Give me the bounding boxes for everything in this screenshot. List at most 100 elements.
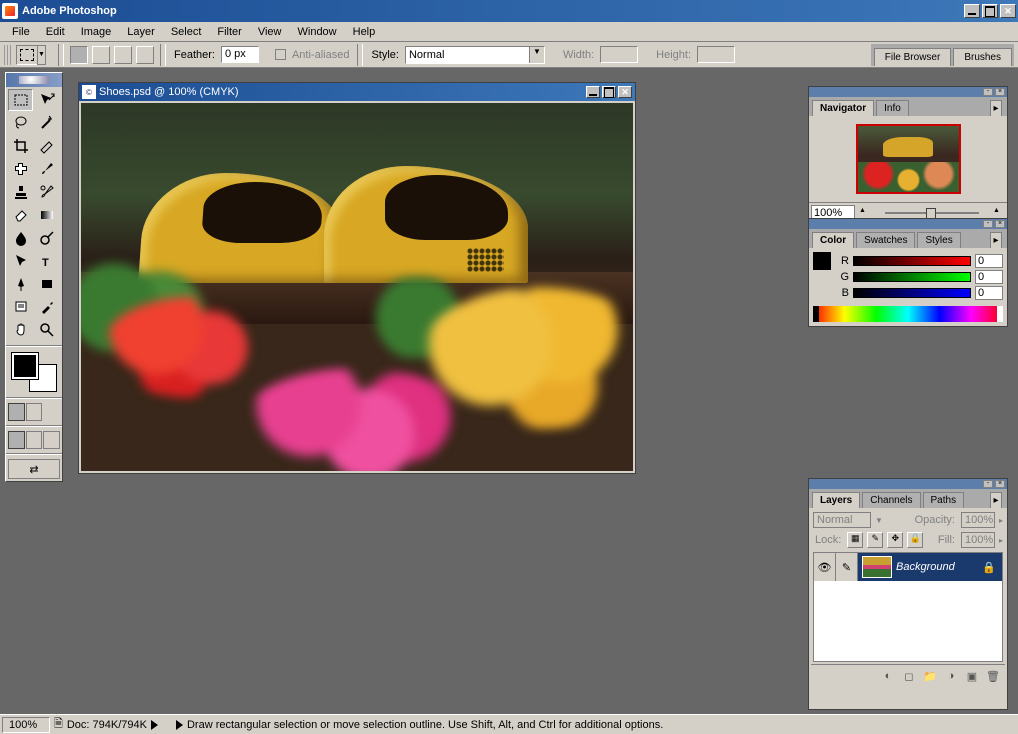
- tab-info[interactable]: Info: [876, 100, 909, 116]
- grip-handle[interactable]: [4, 45, 12, 65]
- palette-close-button[interactable]: ×: [995, 480, 1005, 488]
- history-brush-tool[interactable]: [35, 181, 60, 203]
- menu-select[interactable]: Select: [163, 24, 210, 40]
- palette-minimize-button[interactable]: -: [983, 220, 993, 228]
- tool-preset-picker[interactable]: ▼: [16, 45, 38, 65]
- shape-tool[interactable]: [35, 273, 60, 295]
- quickmask-off-button[interactable]: [8, 403, 25, 421]
- lock-all-button[interactable]: 🔒: [907, 532, 923, 548]
- delete-layer-button[interactable]: 🗑: [984, 668, 1002, 684]
- gradient-tool[interactable]: [35, 204, 60, 226]
- pen-tool[interactable]: [8, 273, 33, 295]
- navigator-palette[interactable]: - × Navigator Info ▸ 100% ▲ ▲: [808, 86, 1008, 224]
- palette-menu-button[interactable]: ▸: [990, 100, 1002, 116]
- color-fg-bg-swatch[interactable]: [813, 252, 831, 298]
- layer-mask-button[interactable]: ◻: [900, 668, 918, 684]
- menu-image[interactable]: Image: [73, 24, 120, 40]
- screenmode-standard-button[interactable]: [8, 431, 25, 449]
- new-layer-button[interactable]: ▣: [963, 668, 981, 684]
- palette-close-button[interactable]: ×: [995, 220, 1005, 228]
- blur-tool[interactable]: [8, 227, 33, 249]
- status-zoom[interactable]: 100%: [2, 717, 50, 733]
- menu-help[interactable]: Help: [345, 24, 384, 40]
- tab-styles[interactable]: Styles: [917, 232, 960, 248]
- menu-filter[interactable]: Filter: [209, 24, 249, 40]
- palette-minimize-button[interactable]: -: [983, 480, 993, 488]
- menu-layer[interactable]: Layer: [119, 24, 163, 40]
- tab-brushes[interactable]: Brushes: [953, 48, 1012, 66]
- crop-tool[interactable]: [8, 135, 33, 157]
- path-select-tool[interactable]: [8, 250, 33, 272]
- lock-move-button[interactable]: ✥: [887, 532, 903, 548]
- tab-navigator[interactable]: Navigator: [812, 100, 874, 116]
- doc-maximize-button[interactable]: [602, 86, 616, 98]
- tab-channels[interactable]: Channels: [862, 492, 920, 508]
- status-menu-button[interactable]: [151, 720, 158, 730]
- wand-tool[interactable]: [35, 112, 60, 134]
- tab-color[interactable]: Color: [812, 232, 854, 248]
- foreground-color-swatch[interactable]: [12, 353, 38, 379]
- menu-window[interactable]: Window: [290, 24, 345, 40]
- maximize-button[interactable]: [982, 4, 998, 18]
- g-input[interactable]: 0: [975, 270, 1003, 284]
- tab-swatches[interactable]: Swatches: [856, 232, 915, 248]
- layers-palette[interactable]: - × Layers Channels Paths ▸ Normal ▼ Opa…: [808, 478, 1008, 710]
- tab-paths[interactable]: Paths: [923, 492, 965, 508]
- b-slider[interactable]: [853, 288, 971, 298]
- layer-set-button[interactable]: 📁: [921, 668, 939, 684]
- adjustment-layer-button[interactable]: ◑: [942, 668, 960, 684]
- screenmode-fullmenu-button[interactable]: [26, 431, 43, 449]
- selection-intersect-button[interactable]: [136, 46, 154, 64]
- lock-transparency-button[interactable]: ▦: [847, 532, 863, 548]
- slice-tool[interactable]: [35, 135, 60, 157]
- menu-file[interactable]: File: [4, 24, 38, 40]
- lasso-tool[interactable]: [8, 112, 33, 134]
- layer-item-background[interactable]: 👁 ✎ Background 🔒: [814, 553, 1002, 581]
- quickmask-on-button[interactable]: [26, 403, 43, 421]
- palette-menu-button[interactable]: ▸: [990, 492, 1002, 508]
- palette-header[interactable]: - ×: [809, 479, 1007, 489]
- layer-name[interactable]: Background: [896, 561, 976, 573]
- b-input[interactable]: 0: [975, 286, 1003, 300]
- layer-visibility-toggle[interactable]: 👁: [814, 553, 836, 581]
- selection-add-button[interactable]: [92, 46, 110, 64]
- navigator-thumbnail[interactable]: [856, 124, 961, 194]
- selection-new-button[interactable]: [70, 46, 88, 64]
- tab-layers[interactable]: Layers: [812, 492, 860, 508]
- marquee-tool[interactable]: [8, 89, 33, 111]
- layer-edit-indicator[interactable]: ✎: [836, 553, 858, 581]
- color-spectrum[interactable]: [813, 306, 1003, 322]
- r-input[interactable]: 0: [975, 254, 1003, 268]
- menu-view[interactable]: View: [250, 24, 290, 40]
- eraser-tool[interactable]: [8, 204, 33, 226]
- stamp-tool[interactable]: [8, 181, 33, 203]
- palette-header[interactable]: - ×: [809, 87, 1007, 97]
- layer-style-button[interactable]: ◐: [879, 668, 897, 684]
- screenmode-full-button[interactable]: [43, 431, 60, 449]
- palette-header[interactable]: - ×: [809, 219, 1007, 229]
- tab-file-browser[interactable]: File Browser: [874, 48, 952, 66]
- toolbox[interactable]: T ⇄: [5, 72, 63, 482]
- toolbox-header[interactable]: [6, 73, 62, 87]
- dodge-tool[interactable]: [35, 227, 60, 249]
- selection-subtract-button[interactable]: [114, 46, 132, 64]
- zoom-tool[interactable]: [35, 319, 60, 341]
- doc-close-button[interactable]: [618, 86, 632, 98]
- palette-minimize-button[interactable]: -: [983, 88, 993, 96]
- notes-tool[interactable]: [8, 296, 33, 318]
- document-canvas[interactable]: [81, 103, 633, 471]
- feather-input[interactable]: 0 px: [221, 46, 259, 63]
- move-tool[interactable]: [35, 89, 60, 111]
- r-slider[interactable]: [853, 256, 971, 266]
- minimize-button[interactable]: [964, 4, 980, 18]
- document-titlebar[interactable]: © Shoes.psd @ 100% (CMYK): [79, 83, 635, 101]
- status-doc-icon[interactable]: 🗎: [54, 715, 63, 734]
- g-slider[interactable]: [853, 272, 971, 282]
- palette-close-button[interactable]: ×: [995, 88, 1005, 96]
- close-button[interactable]: [1000, 4, 1016, 18]
- palette-menu-button[interactable]: ▸: [990, 232, 1002, 248]
- color-palette[interactable]: - × Color Swatches Styles ▸ R0 G0 B0: [808, 218, 1008, 327]
- hand-tool[interactable]: [8, 319, 33, 341]
- brush-tool[interactable]: [35, 158, 60, 180]
- menu-edit[interactable]: Edit: [38, 24, 73, 40]
